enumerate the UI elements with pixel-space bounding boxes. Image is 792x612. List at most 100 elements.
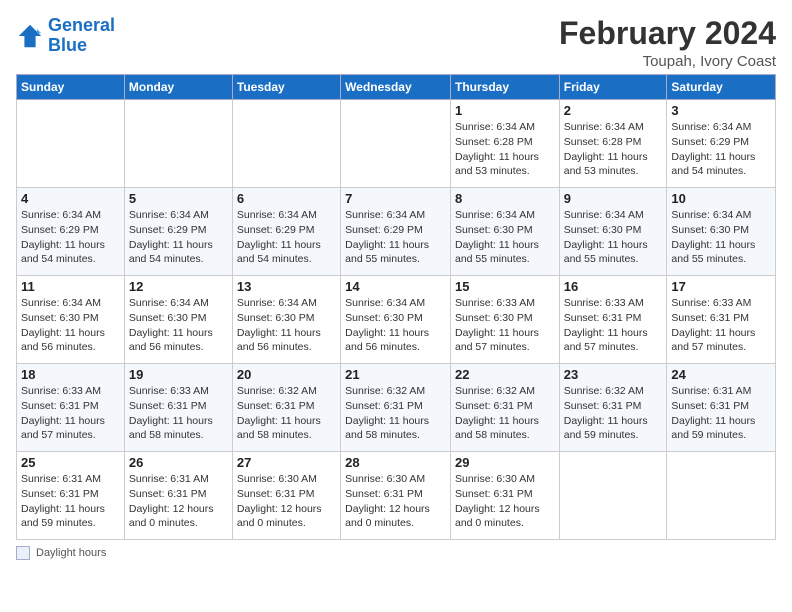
day-number: 3 <box>671 103 771 118</box>
day-number: 9 <box>564 191 663 206</box>
day-info: Sunrise: 6:33 AM Sunset: 6:31 PM Dayligh… <box>564 296 663 355</box>
calendar-cell: 25 Sunrise: 6:31 AM Sunset: 6:31 PM Dayli… <box>17 452 125 540</box>
day-number: 29 <box>455 455 555 470</box>
calendar-cell: 23 Sunrise: 6:32 AM Sunset: 6:31 PM Dayli… <box>559 364 667 452</box>
weekday-header-thursday: Thursday <box>450 75 559 100</box>
calendar-cell: 15 Sunrise: 6:33 AM Sunset: 6:30 PM Dayli… <box>450 276 559 364</box>
week-row-5: 25 Sunrise: 6:31 AM Sunset: 6:31 PM Dayli… <box>17 452 776 540</box>
calendar-cell: 19 Sunrise: 6:33 AM Sunset: 6:31 PM Dayli… <box>124 364 232 452</box>
weekday-header-monday: Monday <box>124 75 232 100</box>
day-info: Sunrise: 6:34 AM Sunset: 6:30 PM Dayligh… <box>129 296 228 355</box>
day-info: Sunrise: 6:30 AM Sunset: 6:31 PM Dayligh… <box>345 472 446 531</box>
calendar-title: February 2024 <box>559 16 776 51</box>
day-number: 18 <box>21 367 120 382</box>
calendar-cell: 28 Sunrise: 6:30 AM Sunset: 6:31 PM Dayli… <box>341 452 451 540</box>
day-info: Sunrise: 6:33 AM Sunset: 6:31 PM Dayligh… <box>21 384 120 443</box>
calendar-cell: 12Sunrise: 6:34 AM Sunset: 6:30 PM Dayli… <box>124 276 232 364</box>
day-info: Sunrise: 6:30 AM Sunset: 6:31 PM Dayligh… <box>455 472 555 531</box>
weekday-header-sunday: Sunday <box>17 75 125 100</box>
day-info: Sunrise: 6:34 AM Sunset: 6:29 PM Dayligh… <box>21 208 120 267</box>
day-number: 26 <box>129 455 228 470</box>
day-info: Sunrise: 6:31 AM Sunset: 6:31 PM Dayligh… <box>671 384 771 443</box>
calendar-cell: 17Sunrise: 6:33 AM Sunset: 6:31 PM Dayli… <box>667 276 776 364</box>
calendar-cell: 11 Sunrise: 6:34 AM Sunset: 6:30 PM Dayli… <box>17 276 125 364</box>
calendar-cell <box>341 100 451 188</box>
calendar-cell: 20 Sunrise: 6:32 AM Sunset: 6:31 PM Dayli… <box>232 364 340 452</box>
calendar-cell: 9 Sunrise: 6:34 AM Sunset: 6:30 PM Daylig… <box>559 188 667 276</box>
day-info: Sunrise: 6:33 AM Sunset: 6:31 PM Dayligh… <box>129 384 228 443</box>
day-info: Sunrise: 6:34 AM Sunset: 6:30 PM Dayligh… <box>345 296 446 355</box>
calendar-cell: 29 Sunrise: 6:30 AM Sunset: 6:31 PM Dayli… <box>450 452 559 540</box>
day-info: Sunrise: 6:32 AM Sunset: 6:31 PM Dayligh… <box>455 384 555 443</box>
logo-text: General Blue <box>48 16 115 56</box>
calendar-cell: 21 Sunrise: 6:32 AM Sunset: 6:31 PM Dayli… <box>341 364 451 452</box>
calendar-cell <box>232 100 340 188</box>
calendar-subtitle: Toupah, Ivory Coast <box>559 53 776 70</box>
day-number: 28 <box>345 455 446 470</box>
calendar-cell: 3Sunrise: 6:34 AM Sunset: 6:29 PM Daylig… <box>667 100 776 188</box>
calendar-cell: 6Sunrise: 6:34 AM Sunset: 6:29 PM Daylig… <box>232 188 340 276</box>
day-info: Sunrise: 6:33 AM Sunset: 6:30 PM Dayligh… <box>455 296 555 355</box>
calendar-cell: 4Sunrise: 6:34 AM Sunset: 6:29 PM Daylig… <box>17 188 125 276</box>
day-number: 24 <box>671 367 771 382</box>
day-number: 5 <box>129 191 228 206</box>
day-number: 11 <box>21 279 120 294</box>
logo-icon <box>16 22 44 50</box>
day-number: 22 <box>455 367 555 382</box>
daylight-legend-box <box>16 546 30 560</box>
calendar-cell: 13 Sunrise: 6:34 AM Sunset: 6:30 PM Dayli… <box>232 276 340 364</box>
calendar-cell: 10 Sunrise: 6:34 AM Sunset: 6:30 PM Dayli… <box>667 188 776 276</box>
day-info: Sunrise: 6:34 AM Sunset: 6:30 PM Dayligh… <box>21 296 120 355</box>
week-row-1: 1 Sunrise: 6:34 AM Sunset: 6:28 PM Daylig… <box>17 100 776 188</box>
calendar-cell <box>667 452 776 540</box>
day-info: Sunrise: 6:34 AM Sunset: 6:30 PM Dayligh… <box>671 208 771 267</box>
day-info: Sunrise: 6:32 AM Sunset: 6:31 PM Dayligh… <box>564 384 663 443</box>
day-info: Sunrise: 6:34 AM Sunset: 6:30 PM Dayligh… <box>564 208 663 267</box>
day-info: Sunrise: 6:34 AM Sunset: 6:30 PM Dayligh… <box>455 208 555 267</box>
day-number: 20 <box>237 367 336 382</box>
day-info: Sunrise: 6:34 AM Sunset: 6:28 PM Dayligh… <box>564 120 663 179</box>
logo: General Blue <box>16 16 115 56</box>
day-number: 21 <box>345 367 446 382</box>
day-number: 14 <box>345 279 446 294</box>
day-info: Sunrise: 6:34 AM Sunset: 6:30 PM Dayligh… <box>237 296 336 355</box>
day-info: Sunrise: 6:31 AM Sunset: 6:31 PM Dayligh… <box>129 472 228 531</box>
calendar-cell <box>559 452 667 540</box>
calendar-cell: 27 Sunrise: 6:30 AM Sunset: 6:31 PM Dayli… <box>232 452 340 540</box>
calendar-cell: 2 Sunrise: 6:34 AM Sunset: 6:28 PM Daylig… <box>559 100 667 188</box>
day-number: 19 <box>129 367 228 382</box>
day-number: 1 <box>455 103 555 118</box>
weekday-header-tuesday: Tuesday <box>232 75 340 100</box>
calendar-cell: 7Sunrise: 6:34 AM Sunset: 6:29 PM Daylig… <box>341 188 451 276</box>
day-info: Sunrise: 6:32 AM Sunset: 6:31 PM Dayligh… <box>345 384 446 443</box>
week-row-3: 11 Sunrise: 6:34 AM Sunset: 6:30 PM Dayli… <box>17 276 776 364</box>
daylight-legend-label: Daylight hours <box>36 547 106 559</box>
day-info: Sunrise: 6:32 AM Sunset: 6:31 PM Dayligh… <box>237 384 336 443</box>
weekday-header-row: SundayMondayTuesdayWednesdayThursdayFrid… <box>17 75 776 100</box>
day-number: 7 <box>345 191 446 206</box>
weekday-header-friday: Friday <box>559 75 667 100</box>
day-number: 16 <box>564 279 663 294</box>
day-number: 2 <box>564 103 663 118</box>
calendar-cell: 14 Sunrise: 6:34 AM Sunset: 6:30 PM Dayli… <box>341 276 451 364</box>
calendar-cell: 26 Sunrise: 6:31 AM Sunset: 6:31 PM Dayli… <box>124 452 232 540</box>
day-info: Sunrise: 6:34 AM Sunset: 6:29 PM Dayligh… <box>129 208 228 267</box>
day-number: 23 <box>564 367 663 382</box>
weekday-header-wednesday: Wednesday <box>341 75 451 100</box>
day-info: Sunrise: 6:33 AM Sunset: 6:31 PM Dayligh… <box>671 296 771 355</box>
calendar-cell: 18 Sunrise: 6:33 AM Sunset: 6:31 PM Dayli… <box>17 364 125 452</box>
weekday-header-saturday: Saturday <box>667 75 776 100</box>
footer: Daylight hours <box>16 546 776 560</box>
day-info: Sunrise: 6:30 AM Sunset: 6:31 PM Dayligh… <box>237 472 336 531</box>
day-number: 27 <box>237 455 336 470</box>
calendar-cell <box>124 100 232 188</box>
day-info: Sunrise: 6:31 AM Sunset: 6:31 PM Dayligh… <box>21 472 120 531</box>
day-number: 8 <box>455 191 555 206</box>
title-block: February 2024 Toupah, Ivory Coast <box>559 16 776 70</box>
day-number: 10 <box>671 191 771 206</box>
day-number: 15 <box>455 279 555 294</box>
day-number: 25 <box>21 455 120 470</box>
calendar-cell: 5 Sunrise: 6:34 AM Sunset: 6:29 PM Daylig… <box>124 188 232 276</box>
day-number: 13 <box>237 279 336 294</box>
calendar-cell: 8 Sunrise: 6:34 AM Sunset: 6:30 PM Daylig… <box>450 188 559 276</box>
